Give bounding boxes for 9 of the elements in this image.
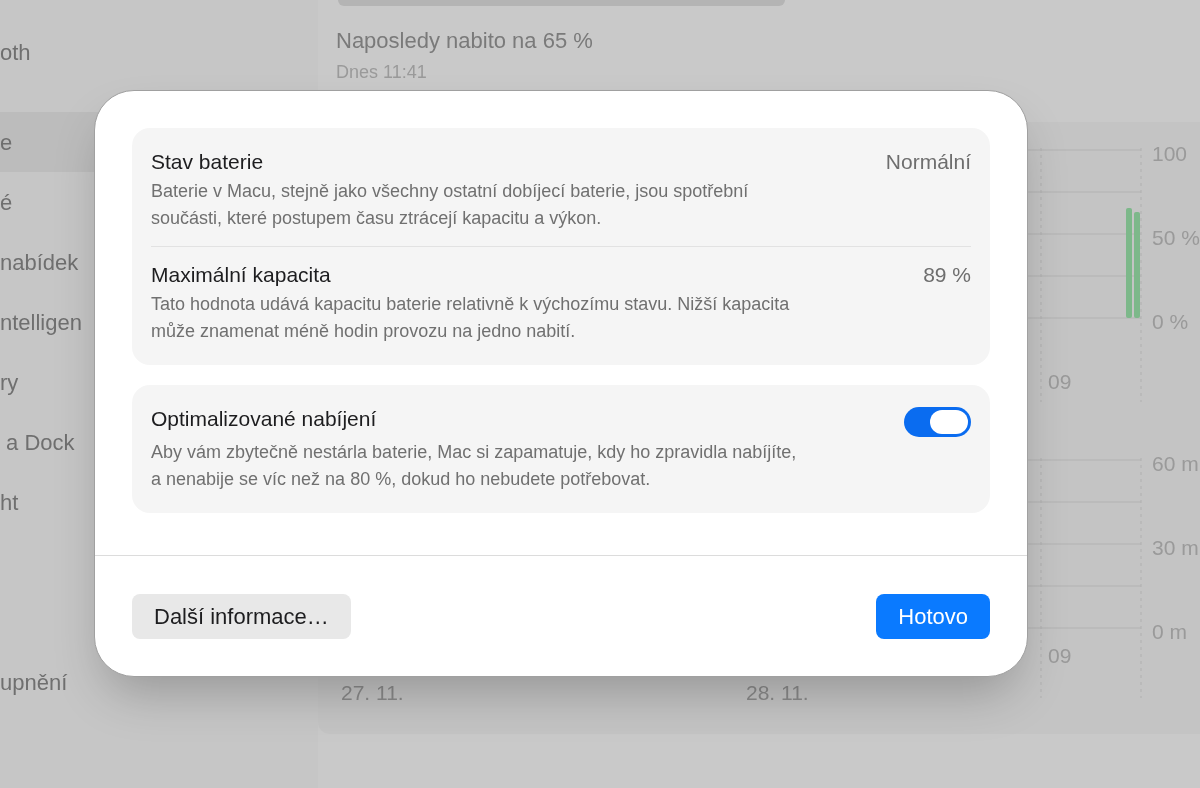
setting-value: Normální — [885, 149, 971, 175]
setting-title: Optimalizované nabíjení — [151, 406, 377, 432]
setting-description: Tato hodnota udává kapacitu baterie relativně k výchozímu stavu. Nižší kapacita může znamenat méně hodin provozu na jedno nabití. — [151, 293, 791, 343]
setting-title: Stav baterie — [151, 149, 264, 175]
setting-value: 89 % — [923, 262, 971, 288]
setting-description: Aby vám zbytečně nestárla baterie, Mac si zapamatuje, kdy ho zpravidla nabíjíte, a nenabije se víc než na 80 %, dokud ho nebudete potřebovat. — [151, 441, 798, 491]
setting-title: Maximální kapacita — [151, 262, 331, 288]
charge-title: Naposledy nabito na 65 % — [336, 27, 594, 55]
setting-description: Baterie v Macu, stejně jako všechny ostatní dobíjecí baterie, jsou spotřební součásti, které postupem času ztrácejí kapacitu a výkon. — [151, 180, 750, 230]
